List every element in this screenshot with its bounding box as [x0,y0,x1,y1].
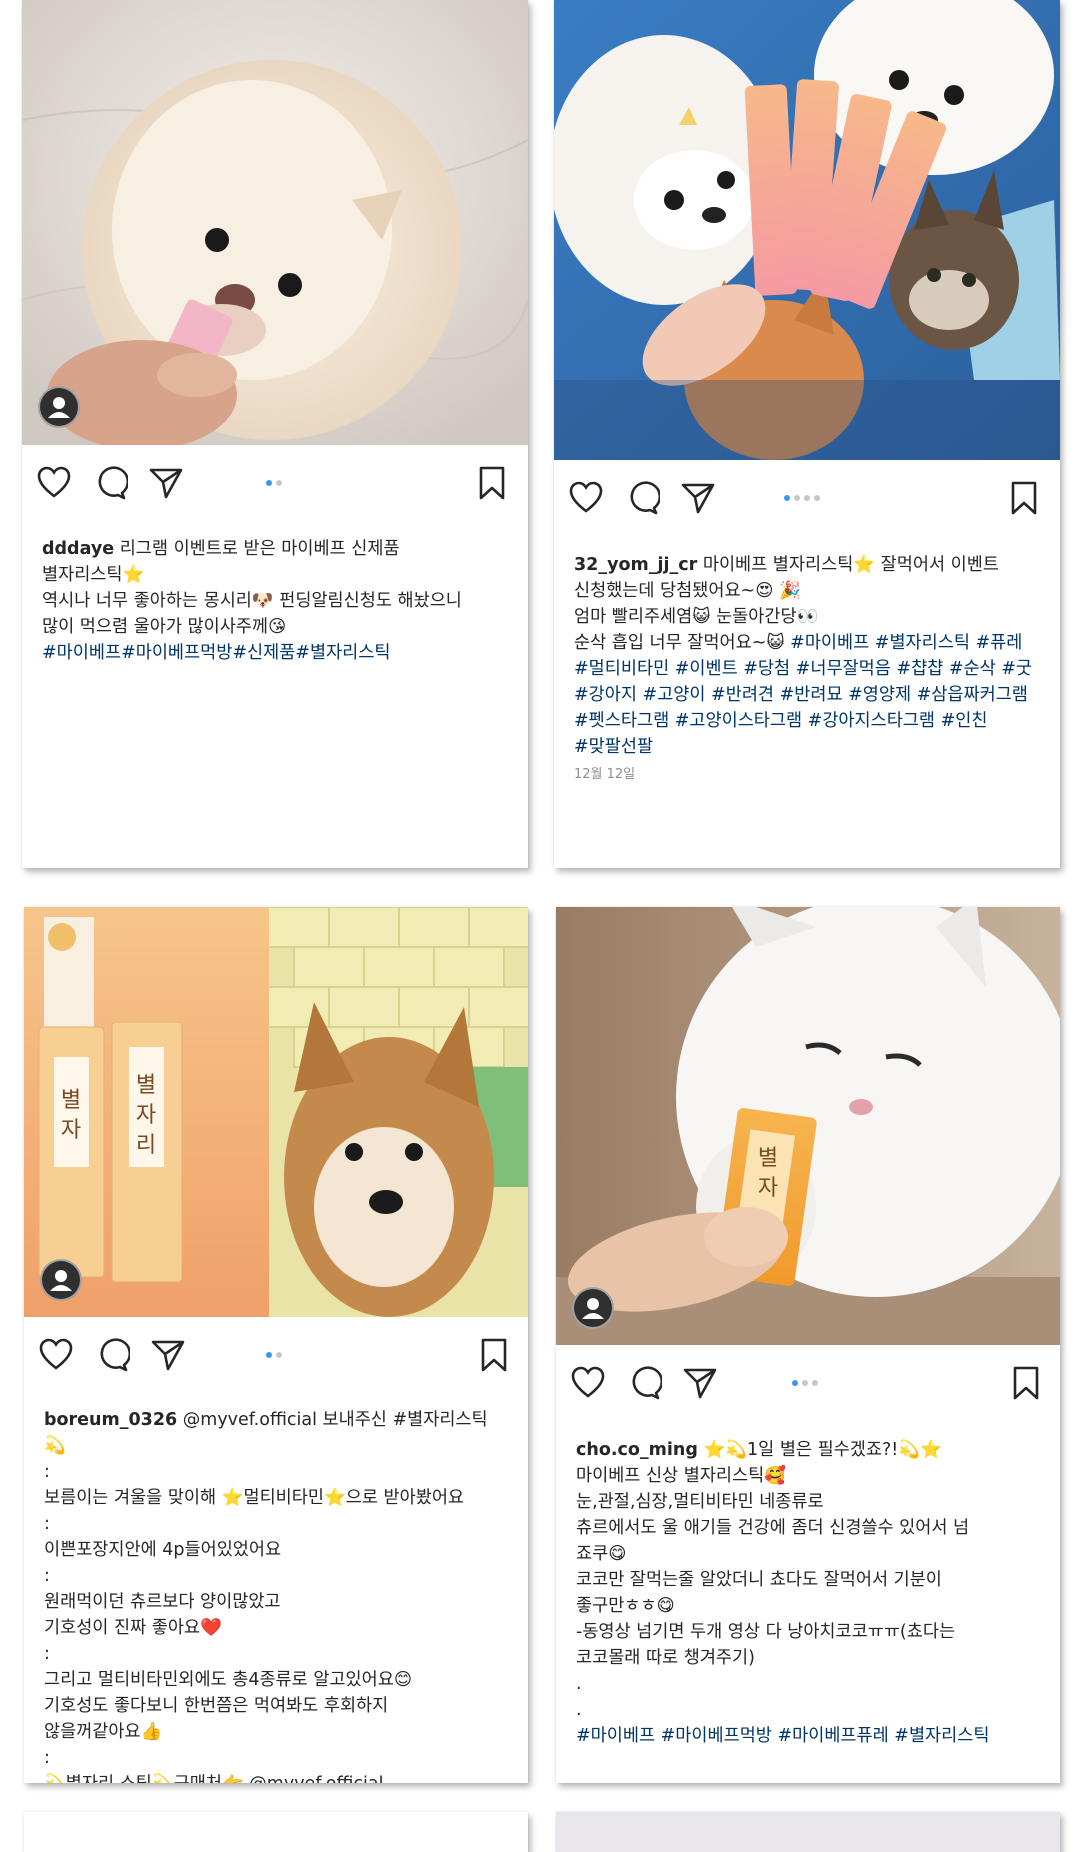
caption-text: @myvef.official 보내주신 #별자리스틱 💫 : 보름이는 겨울을… [44,1410,488,1783]
post-photo[interactable]: 별 자 [556,907,1060,1345]
svg-text:별: 별 [758,1146,778,1171]
post-caption: dddaye 리그램 이벤트로 받은 마이베프 신제품 별자리스틱⭐ 역시나 너… [42,536,512,666]
heart-icon[interactable] [568,480,604,516]
comment-icon[interactable] [626,1365,662,1401]
post-actions [24,1327,528,1379]
share-icon[interactable] [148,465,184,501]
carousel-dots [784,495,824,503]
comment-icon[interactable] [624,480,660,516]
svg-text:리: 리 [136,1133,156,1158]
post-date: 12월 12일 [574,767,636,782]
comment-icon[interactable] [92,465,128,501]
share-icon[interactable] [150,1337,186,1373]
username[interactable]: 32_yom_jj_cr [574,555,697,575]
heart-icon[interactable] [570,1365,606,1401]
svg-text:자: 자 [758,1176,778,1201]
post-card-partial [24,1812,528,1852]
post-card: dddaye 리그램 이벤트로 받은 마이베프 신제품 별자리스틱⭐ 역시나 너… [22,0,528,868]
bookmark-icon[interactable] [474,465,510,501]
carousel-dots [266,480,286,488]
heart-icon[interactable] [38,1337,74,1373]
username[interactable]: boreum_0326 [44,1410,177,1430]
svg-text:별: 별 [61,1088,81,1113]
bookmark-icon[interactable] [1006,480,1042,516]
hashtags[interactable]: #마이베프 #마이베프먹방 #마이베프퓨레 #별자리스틱 [576,1726,989,1746]
post-actions [22,455,528,507]
carousel-dots [266,1352,286,1360]
post-caption: 32_yom_jj_cr 마이베프 별자리스틱⭐ 잘먹어서 이벤트 신청했는데 … [574,552,1044,790]
heart-icon[interactable] [36,465,72,501]
post-photo[interactable]: 별 자 별 자 리 [24,907,528,1317]
carousel-dots [792,1380,822,1388]
post-caption: boreum_0326 @myvef.official 보내주신 #별자리스틱 … [44,1407,512,1783]
svg-text:자: 자 [61,1118,81,1143]
post-actions [556,1355,1060,1407]
hashtags[interactable]: #마이베프#마이베프먹방#신제품#별자리스틱 [42,643,390,663]
share-icon[interactable] [682,1365,718,1401]
username[interactable]: cho.co_ming [576,1440,698,1460]
user-icon[interactable] [40,1259,82,1301]
post-card: 별 자 cho.co_ming ⭐💫1일 별은 필수겠죠?!💫⭐ 마이베프 신상… [556,907,1060,1783]
caption-text: ⭐💫1일 별은 필수겠죠?!💫⭐ 마이베프 신상 별자리스틱🥰 눈,관절,심장,… [576,1440,970,1720]
comment-icon[interactable] [94,1337,130,1373]
svg-text:자: 자 [136,1103,156,1128]
post-card: 별 자 별 자 리 boreum_0326 @myvef.official 보내… [24,907,528,1783]
post-caption: cho.co_ming ⭐💫1일 별은 필수겠죠?!💫⭐ 마이베프 신상 별자리… [576,1437,1044,1749]
post-actions [554,470,1060,522]
post-photo[interactable] [22,0,528,445]
post-card: 32_yom_jj_cr 마이베프 별자리스틱⭐ 잘먹어서 이벤트 신청했는데 … [554,0,1060,868]
post-photo[interactable] [554,0,1060,460]
username[interactable]: dddaye [42,539,114,559]
share-icon[interactable] [680,480,716,516]
user-icon[interactable] [38,386,80,428]
bookmark-icon[interactable] [476,1337,512,1373]
user-icon[interactable] [572,1287,614,1329]
svg-text:별: 별 [136,1073,156,1098]
bookmark-icon[interactable] [1008,1365,1044,1401]
post-card-partial [556,1812,1060,1852]
